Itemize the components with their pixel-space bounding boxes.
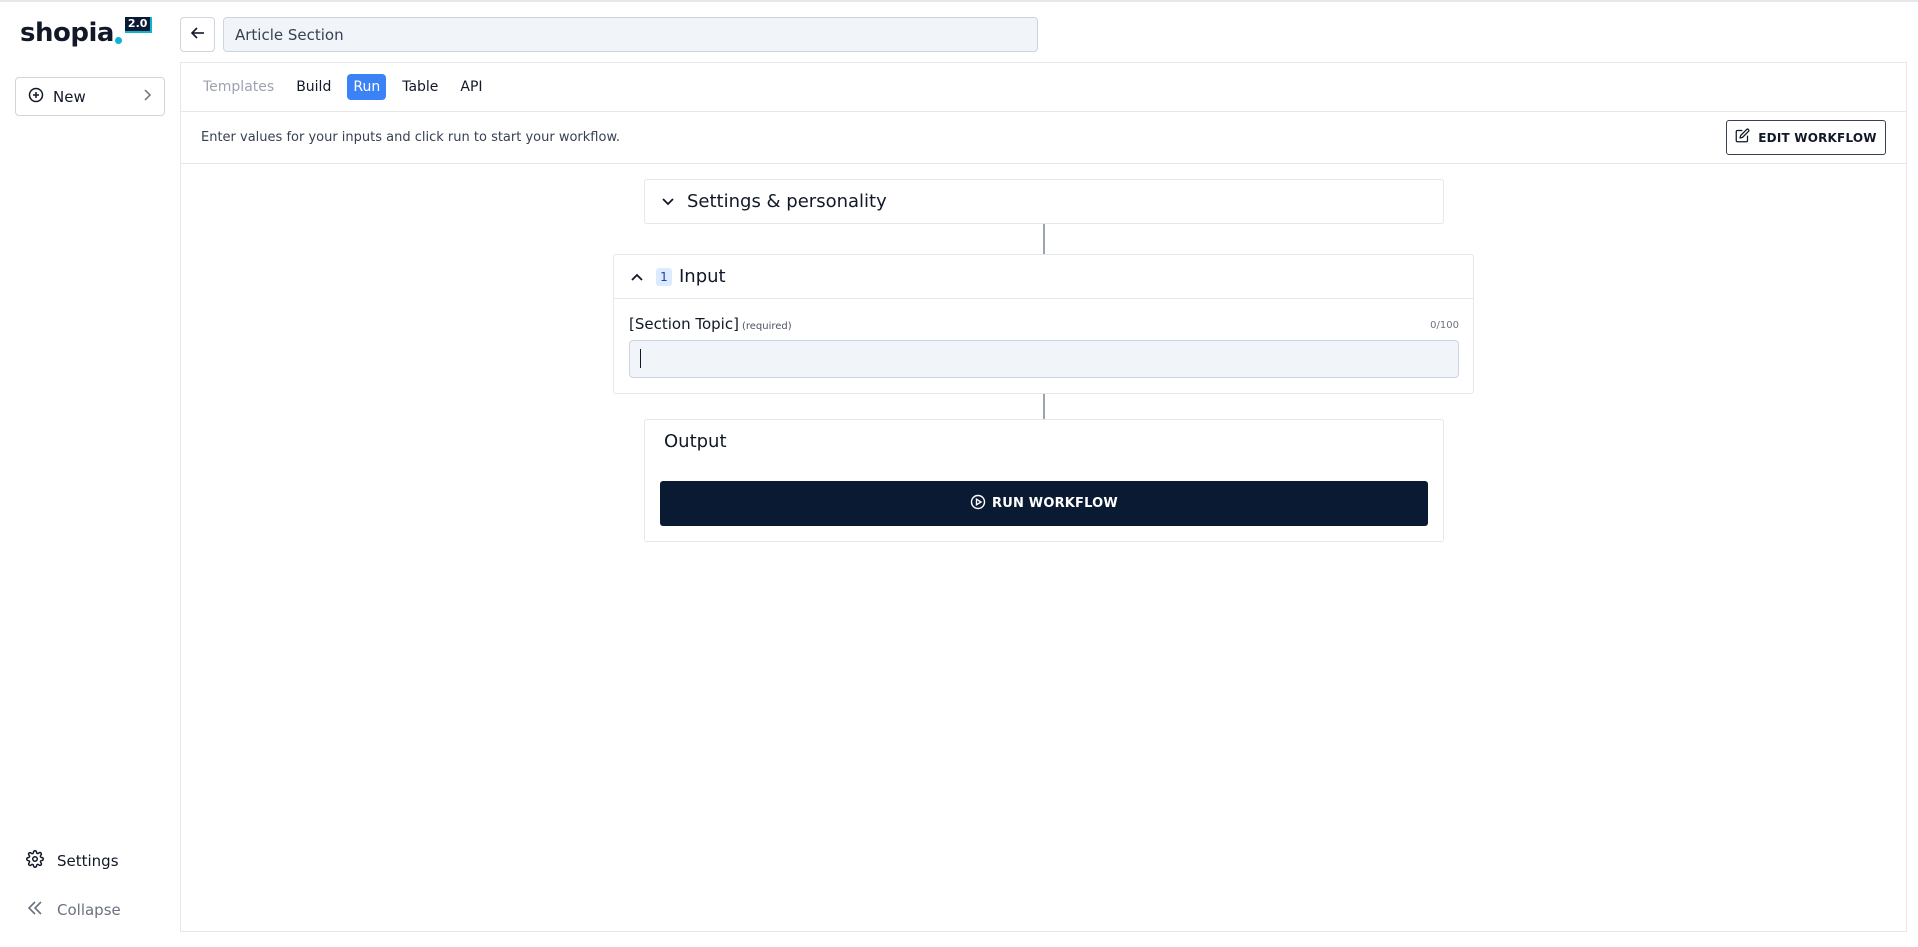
- sidebar-collapse-button[interactable]: Collapse: [26, 900, 121, 920]
- section-topic-label-text: [Section Topic]: [629, 315, 739, 333]
- tab-bar: Templates Build Run Table API: [181, 63, 1906, 112]
- step-number-badge: 1: [656, 267, 672, 286]
- brand-dot: [114, 37, 122, 44]
- gear-icon: [26, 850, 44, 872]
- brand-version-badge: 2.0: [124, 17, 153, 33]
- double-chevron-left-icon: [26, 900, 44, 920]
- output-section-title: Output: [664, 431, 727, 452]
- main-panel: Templates Build Run Table API Enter valu…: [180, 62, 1907, 932]
- tab-build[interactable]: Build: [290, 74, 337, 100]
- info-bar: Enter values for your inputs and click r…: [181, 112, 1906, 164]
- section-topic-label: [Section Topic] (required): [629, 315, 792, 333]
- flow-connector: [1043, 224, 1045, 254]
- run-workflow-button[interactable]: RUN WORKFLOW: [660, 481, 1428, 526]
- top-border: [0, 0, 1918, 2]
- edit-square-icon: [1735, 128, 1750, 147]
- output-section: Output RUN WORKFLOW: [644, 419, 1444, 542]
- plus-circle-icon: [28, 87, 44, 107]
- info-text: Enter values for your inputs and click r…: [201, 130, 621, 145]
- input-section: 1 Input [Section Topic] (required) 0/100: [613, 254, 1474, 394]
- section-topic-input[interactable]: [629, 340, 1459, 378]
- new-button[interactable]: New: [15, 77, 165, 116]
- required-indicator: (required): [741, 321, 792, 332]
- chevron-right-icon: [142, 87, 152, 106]
- play-circle-icon: [970, 494, 986, 514]
- tab-templates[interactable]: Templates: [197, 74, 280, 100]
- brand-name: shopia: [20, 18, 114, 48]
- sidebar: shopia 2.0 New Settings Collapse: [0, 0, 180, 947]
- new-button-label: New: [53, 87, 86, 106]
- workflow-title-input[interactable]: [223, 17, 1038, 52]
- character-count: 0/100: [1430, 320, 1459, 331]
- arrow-left-icon: [190, 25, 206, 45]
- tab-table[interactable]: Table: [396, 74, 444, 100]
- tab-run[interactable]: Run: [347, 74, 387, 100]
- input-section-header[interactable]: 1 Input: [614, 255, 1473, 299]
- sidebar-item-settings-label: Settings: [57, 852, 119, 870]
- brand-logo[interactable]: shopia 2.0: [20, 17, 153, 48]
- settings-personality-section[interactable]: Settings & personality: [644, 179, 1444, 224]
- run-workflow-label: RUN WORKFLOW: [992, 496, 1118, 511]
- tab-api[interactable]: API: [454, 74, 488, 100]
- section-topic-field-wrap: [629, 340, 1459, 378]
- chevron-down-icon: [661, 192, 675, 211]
- edit-workflow-button[interactable]: EDIT WORKFLOW: [1726, 120, 1886, 155]
- flow-connector: [1043, 394, 1045, 419]
- input-section-title: Input: [679, 266, 726, 287]
- back-button[interactable]: [180, 17, 215, 52]
- edit-workflow-label: EDIT WORKFLOW: [1758, 130, 1877, 145]
- sidebar-item-settings[interactable]: Settings: [26, 850, 119, 872]
- sidebar-collapse-label: Collapse: [57, 901, 121, 919]
- settings-personality-label: Settings & personality: [687, 191, 887, 212]
- chevron-up-icon: [630, 267, 644, 286]
- text-caret: [640, 349, 641, 368]
